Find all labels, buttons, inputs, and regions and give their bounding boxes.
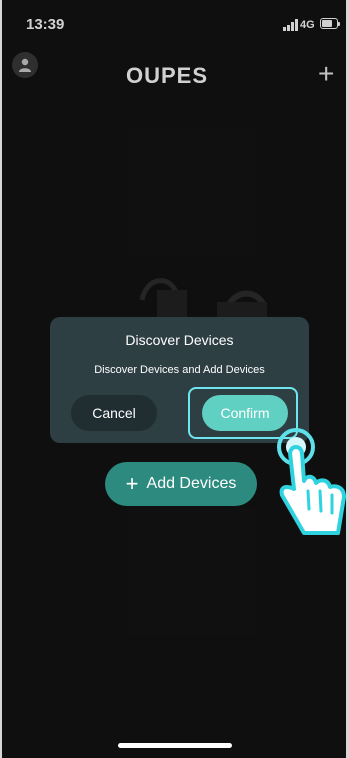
add-devices-button[interactable]: + Add Devices — [105, 462, 257, 506]
tap-hand-icon — [277, 428, 346, 535]
dialog-message: Discover Devices and Add Devices — [94, 364, 265, 376]
app-screen: 13:39 4G OUPES + + Add Devices Discover … — [2, 0, 346, 758]
add-devices-label: Add Devices — [146, 475, 237, 492]
plus-icon: + — [125, 471, 139, 496]
dialog-title: Discover Devices — [125, 332, 234, 348]
home-indicator[interactable] — [118, 743, 232, 748]
cancel-button[interactable]: Cancel — [71, 395, 157, 431]
